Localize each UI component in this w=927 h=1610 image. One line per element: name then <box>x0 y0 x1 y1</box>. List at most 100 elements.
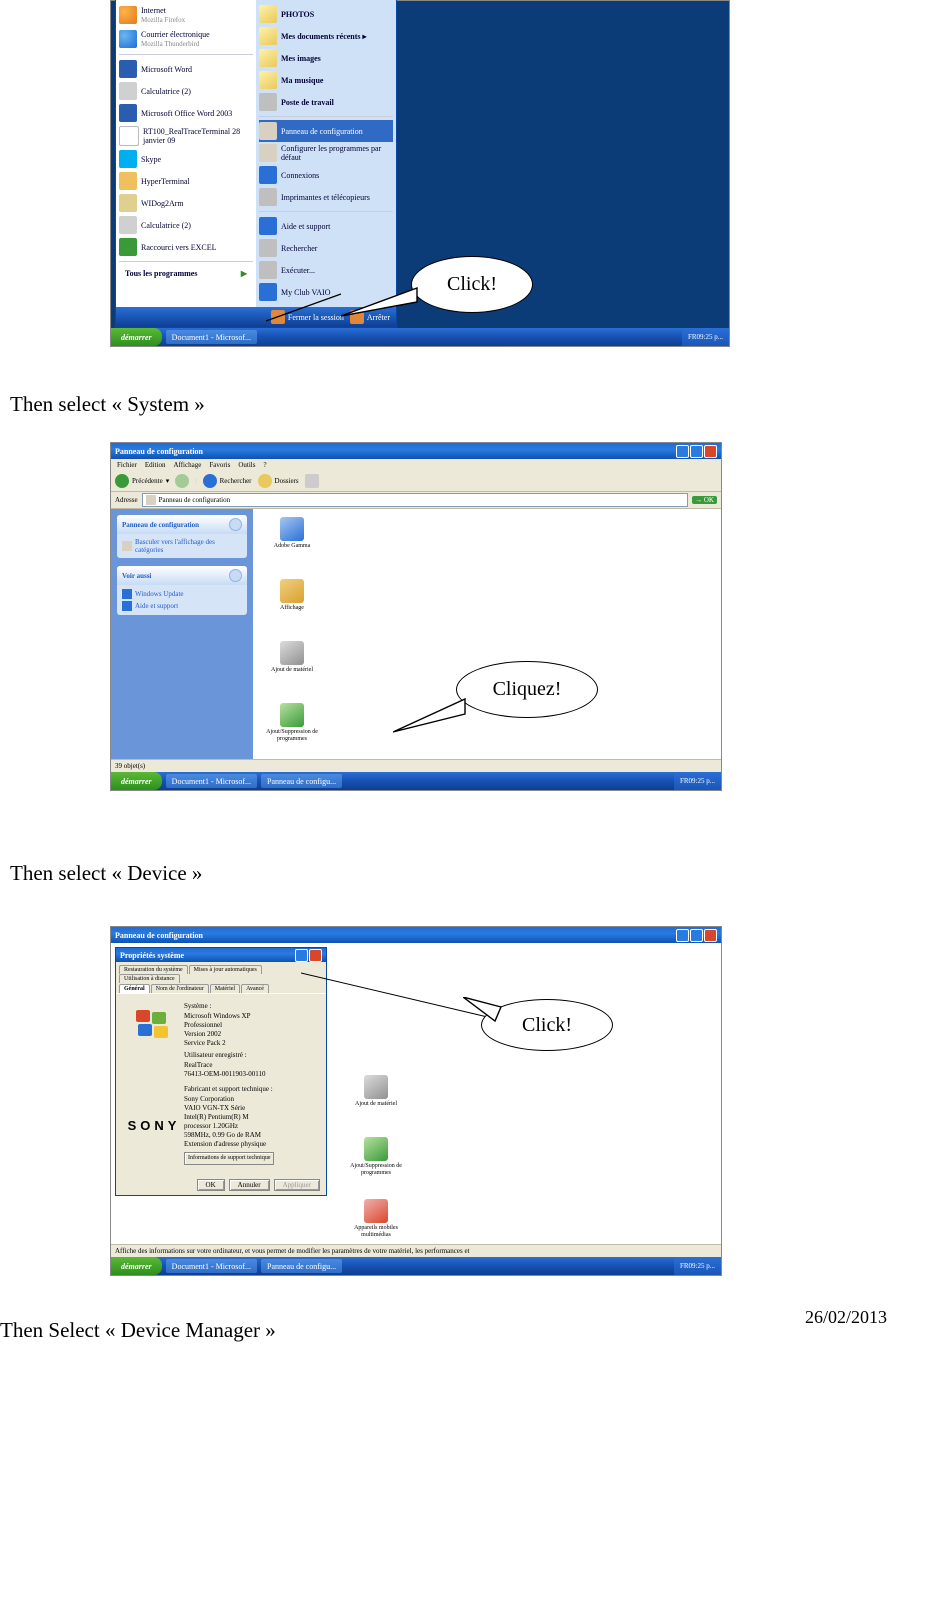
start-menu: RealTrace InternetMozilla FirefoxCourrie… <box>115 0 397 328</box>
system-tray: FR 09:25 p... <box>682 328 729 346</box>
start-item-0[interactable]: InternetMozilla Firefox <box>119 3 253 27</box>
ok-button[interactable]: OK <box>197 1179 225 1191</box>
close-icon[interactable] <box>704 445 717 458</box>
all-programs[interactable]: Tous les programmes▶ <box>119 265 253 282</box>
folders-button[interactable]: Dossiers <box>258 474 299 488</box>
maximize-icon[interactable] <box>690 929 703 942</box>
start-right-item-10[interactable]: Rechercher <box>259 237 393 259</box>
instruction-system: Then select « System » <box>10 392 927 417</box>
sysprop-tabs: Restauration du systèmeMises à jour auto… <box>116 962 326 993</box>
start-right-item-8[interactable]: Imprimantes et télécopieurs <box>259 186 393 208</box>
taskbar: démarrer Document1 - Microsof... FR 09:2… <box>111 328 729 346</box>
start-item-4[interactable]: Microsoft Office Word 2003 <box>119 102 253 124</box>
cp-titlebar: Panneau de configuration <box>111 443 721 459</box>
cp-icon-grid: Adobe GammaAffichageAjout de matérielAjo… <box>253 509 721 759</box>
callout-click-2: Cliquez! <box>456 661 598 718</box>
screenshot-control-panel: Panneau de configuration Fichier Edition A… <box>110 442 722 791</box>
start-right-item-1[interactable]: Mes documents récents ▸ <box>259 25 393 47</box>
menu-?[interactable]: ? <box>263 461 266 469</box>
system-properties-dialog: Propriétés système Restauration du systè… <box>115 947 327 1196</box>
cp-statusbar: 39 objet(s) <box>111 759 721 772</box>
start-item-1[interactable]: Courrier électroniqueMozilla Thunderbird <box>119 27 253 51</box>
start-item-6[interactable]: Skype <box>119 148 253 170</box>
start-item-9[interactable]: Calculatrice (2) <box>119 214 253 236</box>
cp-icon-ajout-de-mat-riel[interactable]: Ajout de matériel <box>257 641 327 701</box>
cp-menu: Fichier Edition Affichage Favoris Outils? <box>111 459 721 471</box>
sysprop-titlebar: Propriétés système <box>116 948 326 962</box>
cp-sidebox-seealso: Voir aussi Windows UpdateAide et support <box>117 566 247 615</box>
tab-mat-riel[interactable]: Matériel <box>210 984 240 993</box>
cp-sidebox-main: Panneau de configuration Basculer vers l… <box>117 515 247 558</box>
cp-icon-blank <box>341 951 411 1011</box>
start-right-item-9[interactable]: Aide et support <box>259 215 393 237</box>
taskbar-item-cp[interactable]: Panneau de configu... <box>261 774 342 788</box>
menu-edition[interactable]: Edition <box>145 461 166 469</box>
cp-icon <box>146 495 156 505</box>
cp-icon-ajout-suppression-de-programmes[interactable]: Ajout/Suppression de programmes <box>257 703 327 759</box>
start-item-8[interactable]: WIDog2Arm <box>119 192 253 214</box>
minimize-icon[interactable] <box>676 929 689 942</box>
cp-titlebar: Panneau de configuration <box>111 927 721 943</box>
start-item-5[interactable]: RT100_RealTraceTerminal 28 janvier 09 <box>119 124 253 148</box>
taskbar-2: démarrer Document1 - Microsof... Panneau… <box>111 772 721 790</box>
logoff-button[interactable]: Fermer la session <box>271 310 344 324</box>
taskbar-item-doc[interactable]: Document1 - Microsof... <box>166 330 257 344</box>
start-button[interactable]: démarrer <box>111 328 162 346</box>
start-right-item-4[interactable]: Poste de travail <box>259 91 393 113</box>
search-button[interactable]: Rechercher <box>203 474 252 488</box>
close-icon[interactable] <box>309 949 322 962</box>
start-right-item-6[interactable]: Configurer les programmes par défaut <box>259 142 393 164</box>
close-icon[interactable] <box>704 929 717 942</box>
start-right-item-11[interactable]: Exécuter... <box>259 259 393 281</box>
cp-icon-affichage[interactable]: Affichage <box>257 579 327 639</box>
start-button[interactable]: démarrer <box>111 1257 162 1275</box>
chevron-up-icon[interactable] <box>229 518 242 531</box>
menu-fichier[interactable]: Fichier <box>117 461 137 469</box>
help-icon[interactable] <box>295 949 308 962</box>
system-tray: FR 09:25 p... <box>674 772 721 790</box>
maximize-icon[interactable] <box>690 445 703 458</box>
cp-icon-appareils-mobiles-multim-dias[interactable]: Appareils mobiles multimédias <box>341 1199 411 1244</box>
start-item-7[interactable]: HyperTerminal <box>119 170 253 192</box>
menu-favoris[interactable]: Favoris <box>209 461 230 469</box>
cp-icon-ajout-suppression-de-programmes[interactable]: Ajout/Suppression de programmes <box>341 1137 411 1197</box>
taskbar-item-doc[interactable]: Document1 - Microsof... <box>166 774 257 788</box>
footer-date: 26/02/2013 <box>805 1307 887 1328</box>
taskbar-item-cp[interactable]: Panneau de configu... <box>261 1259 342 1273</box>
start-item-2[interactable]: Microsoft Word <box>119 58 253 80</box>
menu-affichage[interactable]: Affichage <box>173 461 201 469</box>
tab-nom-de-l-ordinateur[interactable]: Nom de l'ordinateur <box>151 984 209 993</box>
start-right-item-3[interactable]: Ma musique <box>259 69 393 91</box>
start-right-item-0[interactable]: PHOTOS <box>259 3 393 25</box>
start-right-item-2[interactable]: Mes images <box>259 47 393 69</box>
tab-mises---jour-automatiques[interactable]: Mises à jour automatiques <box>189 965 262 974</box>
start-item-3[interactable]: Calculatrice (2) <box>119 80 253 102</box>
views-icon[interactable] <box>305 474 319 488</box>
cp-sidebar: Panneau de configuration Basculer vers l… <box>111 509 253 759</box>
start-right-item-7[interactable]: Connexions <box>259 164 393 186</box>
side-link[interactable]: Aide et support <box>122 600 242 612</box>
address-field[interactable]: Panneau de configuration <box>142 493 689 507</box>
address-bar: Adresse Panneau de configuration → OK <box>111 492 721 509</box>
tab-utilisation---distance[interactable]: Utilisation à distance <box>119 974 180 983</box>
go-button[interactable]: → OK <box>692 496 717 504</box>
menu-outils[interactable]: Outils <box>238 461 255 469</box>
switch-view-link[interactable]: Basculer vers l'affichage des catégories <box>122 537 242 555</box>
start-right-item-5[interactable]: Panneau de configuration <box>259 120 393 142</box>
taskbar-item-doc[interactable]: Document1 - Microsof... <box>166 1259 257 1273</box>
side-link[interactable]: Windows Update <box>122 588 242 600</box>
back-button[interactable]: Précédente ▾ <box>115 474 169 488</box>
tab-avanc-[interactable]: Avancé <box>241 984 269 993</box>
system-tray: FR 09:25 p... <box>674 1257 721 1275</box>
start-button[interactable]: démarrer <box>111 772 162 790</box>
support-info-button[interactable]: Informations de support technique <box>184 1152 274 1165</box>
cancel-button[interactable]: Annuler <box>229 1179 270 1191</box>
chevron-up-icon[interactable] <box>229 569 242 582</box>
start-item-10[interactable]: Raccourci vers EXCEL <box>119 236 253 258</box>
cp-icon-ajout-de-mat-riel[interactable]: Ajout de matériel <box>341 1075 411 1135</box>
minimize-icon[interactable] <box>676 445 689 458</box>
apply-button: Appliquer <box>274 1179 320 1191</box>
cp-icon-adobe-gamma[interactable]: Adobe Gamma <box>257 517 327 577</box>
tab-g-n-ral[interactable]: Général <box>119 984 150 993</box>
tab-restauration-du-syst-me[interactable]: Restauration du système <box>119 965 188 974</box>
